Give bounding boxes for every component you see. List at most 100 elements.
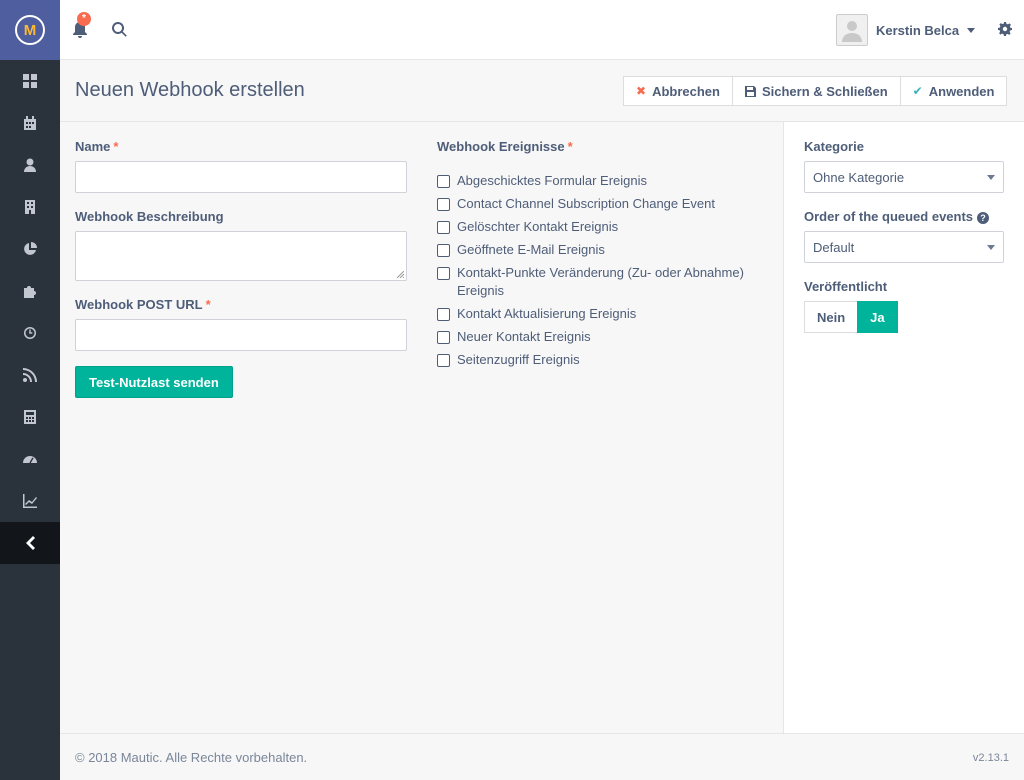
published-toggle: Nein Ja	[804, 301, 898, 333]
calendar-icon	[24, 116, 36, 130]
puzzle-icon	[24, 286, 36, 298]
sidebar-item-channels[interactable]	[0, 354, 60, 396]
url-field[interactable]	[75, 319, 407, 351]
cancel-button[interactable]: ✖ Abbrechen	[623, 76, 733, 106]
search-button[interactable]	[112, 22, 128, 38]
main-form: Name * Webhook Beschreibung Webhook POST …	[60, 122, 784, 733]
list-item[interactable]: Neuer Kontakt Ereignis	[437, 328, 777, 346]
category-value: Ohne Kategorie	[813, 169, 905, 185]
list-item[interactable]: Geöffnete E-Mail Ereignis	[437, 241, 777, 259]
save-icon	[744, 85, 756, 97]
event-label: Neuer Kontakt Ereignis	[457, 329, 591, 344]
sidebar-item-stages[interactable]	[0, 438, 60, 480]
list-item[interactable]: Seitenzugriff Ereignis	[437, 351, 777, 369]
events-list: Abgeschicktes Formular Ereignis Contact …	[437, 172, 777, 374]
header-actions: ✖ Abbrechen Sichern & Schließen ✔ Anwend…	[623, 76, 1008, 106]
cancel-label: Abbrechen	[652, 83, 720, 99]
search-icon	[112, 22, 127, 37]
logo-icon: M	[15, 15, 45, 45]
sidebar-collapse-toggle[interactable]	[0, 522, 60, 564]
sidebar: M	[0, 0, 60, 780]
event-checkbox[interactable]	[437, 221, 450, 234]
user-menu[interactable]: Kerstin Belca	[836, 14, 976, 46]
event-label: Seitenzugriff Ereignis	[457, 352, 580, 367]
sidebar-item-companies[interactable]	[0, 186, 60, 228]
list-item[interactable]: Kontakt-Punkte Veränderung (Zu- oder Abn…	[437, 264, 777, 300]
save-close-button[interactable]: Sichern & Schließen	[731, 76, 901, 106]
sidebar-item-calendar[interactable]	[0, 102, 60, 144]
user-icon	[24, 158, 36, 172]
event-label: Geöffnete E-Mail Ereignis	[457, 242, 605, 257]
order-value: Default	[813, 239, 855, 255]
rss-icon	[23, 368, 37, 382]
order-label: Order of the queued events?	[804, 209, 990, 224]
event-checkbox[interactable]	[437, 244, 450, 257]
default-avatar-icon	[842, 21, 862, 42]
description-label: Webhook Beschreibung	[75, 209, 224, 224]
notification-badge: *	[77, 12, 91, 26]
page-title: Neuen Webhook erstellen	[75, 79, 305, 101]
topbar: * Kerstin Belca	[60, 0, 1024, 60]
order-select[interactable]: Default	[804, 231, 1004, 263]
events-label: Webhook Ereignisse *	[437, 139, 573, 154]
sidebar-item-components[interactable]	[0, 270, 60, 312]
event-checkbox[interactable]	[437, 308, 450, 321]
event-label: Contact Channel Subscription Change Even…	[457, 196, 715, 211]
sidebar-item-campaigns[interactable]	[0, 312, 60, 354]
help-icon[interactable]: ?	[977, 211, 990, 224]
list-item[interactable]: Kontakt Aktualisierung Ereignis	[437, 305, 777, 323]
avatar	[836, 14, 868, 46]
published-no-button[interactable]: Nein	[804, 301, 859, 333]
close-icon: ✖	[636, 84, 647, 98]
event-checkbox[interactable]	[437, 354, 450, 367]
building-icon	[25, 200, 35, 214]
published-label: Veröffentlicht	[804, 279, 888, 294]
pie-chart-icon	[24, 242, 37, 255]
event-label: Abgeschicktes Formular Ereignis	[457, 173, 648, 188]
sidebar-item-dashboard[interactable]	[0, 60, 60, 102]
version-text: v2.13.1	[972, 752, 1009, 764]
check-icon: ✔	[912, 84, 923, 98]
published-yes-button[interactable]: Ja	[857, 301, 898, 333]
line-chart-icon	[23, 494, 37, 508]
category-label: Kategorie	[804, 139, 864, 154]
sidebar-item-segments[interactable]	[0, 228, 60, 270]
footer: © 2018 Mautic. Alle Rechte vorbehalten. …	[60, 733, 1024, 780]
user-name: Kerstin Belca	[876, 22, 960, 38]
resize-handle-icon[interactable]	[397, 271, 404, 278]
clock-icon	[24, 327, 36, 339]
list-item[interactable]: Contact Channel Subscription Change Even…	[437, 195, 777, 213]
event-checkbox[interactable]	[437, 331, 450, 344]
event-label: Gelöschter Kontakt Ereignis	[457, 219, 619, 234]
event-checkbox[interactable]	[437, 267, 450, 280]
sidebar-item-points[interactable]	[0, 396, 60, 438]
gear-icon	[998, 22, 1012, 36]
event-label: Kontakt-Punkte Veränderung (Zu- oder Abn…	[457, 265, 744, 298]
settings-button[interactable]	[998, 22, 1012, 39]
category-select[interactable]: Ohne Kategorie	[804, 161, 1004, 193]
chevron-left-icon	[26, 536, 35, 550]
url-label: Webhook POST URL *	[75, 297, 211, 312]
apply-label: Anwenden	[928, 83, 995, 99]
event-checkbox[interactable]	[437, 198, 450, 211]
apply-button[interactable]: ✔ Anwenden	[899, 76, 1008, 106]
event-checkbox[interactable]	[437, 175, 450, 188]
dashboard-icon	[23, 74, 37, 88]
mautic-logo[interactable]: M	[0, 0, 60, 60]
list-item[interactable]: Abgeschicktes Formular Ereignis	[437, 172, 777, 190]
caret-down-icon	[967, 27, 976, 33]
sidebar-item-reports[interactable]	[0, 480, 60, 522]
save-close-label: Sichern & Schließen	[761, 83, 888, 99]
sidebar-nav	[0, 60, 60, 522]
description-field[interactable]	[75, 231, 407, 281]
gauge-icon	[23, 456, 37, 464]
list-item[interactable]: Gelöschter Kontakt Ereignis	[437, 218, 777, 236]
calculator-icon	[24, 410, 36, 424]
chevron-down-icon	[987, 245, 995, 250]
sidebar-item-contacts[interactable]	[0, 144, 60, 186]
chevron-down-icon	[987, 175, 995, 180]
name-field[interactable]	[75, 161, 407, 193]
copyright-text: © 2018 Mautic. Alle Rechte vorbehalten.	[75, 750, 308, 765]
send-test-payload-button[interactable]: Test-Nutzlast senden	[75, 366, 233, 398]
name-label: Name *	[75, 139, 119, 154]
